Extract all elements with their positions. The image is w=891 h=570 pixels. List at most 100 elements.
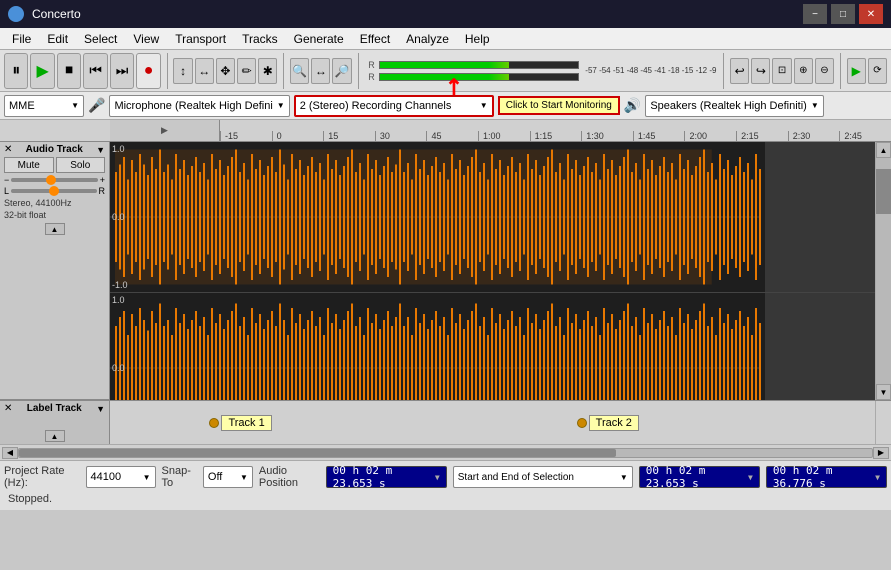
scroll-track[interactable] xyxy=(876,158,891,384)
maximize-button[interactable]: □ xyxy=(831,4,855,24)
menu-select[interactable]: Select xyxy=(76,30,125,48)
sel-start-display[interactable]: 00 h 02 m 23.653 s ▼ xyxy=(639,466,760,488)
app-icon xyxy=(8,6,24,22)
menu-analyze[interactable]: Analyze xyxy=(398,30,457,48)
project-rate-select[interactable]: 44100 ▼ xyxy=(86,466,156,488)
zoom-out-small-button[interactable]: ⊖ xyxy=(815,58,834,84)
menu-edit[interactable]: Edit xyxy=(39,30,76,48)
next-button[interactable]: ⏭ xyxy=(110,53,134,89)
hscroll-left-btn[interactable]: ◀ xyxy=(2,447,18,459)
cursor-tool[interactable]: ↕ xyxy=(173,58,192,84)
hscroll-track[interactable] xyxy=(18,448,873,458)
titlebar: Concerto − □ ✕ xyxy=(0,0,891,28)
label-tag-2[interactable]: Track 2 xyxy=(577,415,639,431)
ruler-marks: -15 0 15 30 45 1:00 1:15 1:30 1:45 2:00 … xyxy=(220,120,891,141)
scroll-down-btn[interactable]: ▼ xyxy=(876,384,891,400)
menu-generate[interactable]: Generate xyxy=(286,30,352,48)
draw-tool[interactable]: ✏ xyxy=(237,58,256,84)
menu-view[interactable]: View xyxy=(125,30,167,48)
label-track-vscroll xyxy=(875,401,891,444)
track-close-btn[interactable]: ✕ xyxy=(4,144,12,155)
separator xyxy=(167,53,168,89)
speaker-select[interactable]: Speakers (Realtek High Definiti) ▼ xyxy=(645,95,823,117)
fit-tool[interactable]: ↔ xyxy=(311,58,330,84)
driver-value: MME xyxy=(9,100,35,112)
label-track-row: ✕ Label Track ▼ ▲ Track 1 Track 2 xyxy=(0,400,891,444)
solo-button[interactable]: Solo xyxy=(56,157,106,173)
status-text: Stopped. xyxy=(4,493,887,505)
zoom-in-tool[interactable]: 🔍 xyxy=(290,58,309,84)
label-track-collapse[interactable]: ▼ xyxy=(96,404,105,414)
label-track-close[interactable]: ✕ xyxy=(4,403,12,414)
play-green-button[interactable]: ▶ xyxy=(847,58,866,84)
track-expand-btn[interactable]: ▲ xyxy=(45,223,65,235)
window-controls: − □ ✕ xyxy=(803,4,883,24)
waveform-svg-top xyxy=(110,142,875,292)
sel-end-arrow: ▼ xyxy=(875,473,880,482)
scroll-thumb[interactable] xyxy=(876,169,891,214)
loop-button[interactable]: ⟳ xyxy=(868,58,887,84)
audio-track-header: ✕ Audio Track ▼ Mute Solo − + L R xyxy=(0,142,109,400)
multi-tool[interactable]: ✱ xyxy=(258,58,277,84)
sel-end-display[interactable]: 00 h 02 m 36.776 s ▼ xyxy=(766,466,887,488)
track-collapse-btn[interactable]: ▼ xyxy=(96,145,105,155)
waveform-channel-top[interactable]: 1.0 0.0 -1.0 xyxy=(110,142,875,293)
speaker-value: Speakers (Realtek High Definiti) xyxy=(650,100,807,112)
timeline-ruler: ▶ -15 0 15 30 45 1:00 1:15 1:30 1:45 2:0… xyxy=(0,120,891,142)
close-button[interactable]: ✕ xyxy=(859,4,883,24)
envelope-tool[interactable]: ✥ xyxy=(216,58,235,84)
mute-button[interactable]: Mute xyxy=(4,157,54,173)
waveform-channel-bottom[interactable]: 1.0 0.0 -1.0 xyxy=(110,293,875,400)
label-tag-1[interactable]: Track 1 xyxy=(209,415,271,431)
play-button[interactable]: ▶ xyxy=(30,53,54,89)
sel-start-arrow: ▼ xyxy=(748,473,753,482)
snap-to-select[interactable]: Off ▼ xyxy=(203,466,253,488)
select-tool[interactable]: ↔ xyxy=(195,58,214,84)
record-button[interactable]: ● xyxy=(136,53,160,89)
prev-button[interactable]: ⏮ xyxy=(83,53,107,89)
stop-button[interactable]: ⏹ xyxy=(57,53,81,89)
label-track-expand-btn[interactable]: ▲ xyxy=(45,430,65,442)
channels-arrow: ▼ xyxy=(480,101,488,110)
pause-button[interactable]: ⏸ xyxy=(4,53,28,89)
sel-end-value: 00 h 02 m 36.776 s xyxy=(773,464,875,490)
menu-help[interactable]: Help xyxy=(457,30,498,48)
monitoring-button[interactable]: Click to Start Monitoring xyxy=(498,96,620,115)
label-marker-1 xyxy=(209,418,219,428)
driver-arrow: ▼ xyxy=(71,101,79,110)
label-track-title-row: ✕ Label Track ▼ xyxy=(4,403,105,414)
gain-minus: − xyxy=(4,175,9,185)
speaker-icon: 🔊 xyxy=(624,97,641,114)
menu-tracks[interactable]: Tracks xyxy=(234,30,286,48)
pan-slider[interactable] xyxy=(11,189,96,193)
minimize-button[interactable]: − xyxy=(803,4,827,24)
menu-transport[interactable]: Transport xyxy=(167,30,234,48)
selection-type-select[interactable]: Start and End of Selection ▼ xyxy=(453,466,633,488)
label-track-content: Track 1 Track 2 xyxy=(110,401,875,444)
redo-button[interactable]: ↪ xyxy=(751,58,770,84)
fit-project-button[interactable]: ⊡ xyxy=(772,58,791,84)
pan-r: R xyxy=(99,186,106,196)
audio-position-display[interactable]: 00 h 02 m 23.653 s ▼ xyxy=(326,466,447,488)
driver-select[interactable]: MME ▼ xyxy=(4,95,84,117)
zoom-out-tool[interactable]: 🔎 xyxy=(332,58,351,84)
gain-plus: + xyxy=(100,175,105,185)
snap-to-arrow: ▼ xyxy=(240,473,248,482)
channels-select[interactable]: 2 (Stereo) Recording Channels ▼ xyxy=(294,95,494,117)
menu-effect[interactable]: Effect xyxy=(352,30,398,48)
scroll-up-btn[interactable]: ▲ xyxy=(876,142,891,158)
snap-to-value: Off xyxy=(208,471,222,483)
menu-file[interactable]: File xyxy=(4,30,39,48)
undo-button[interactable]: ↩ xyxy=(730,58,749,84)
horizontal-scrollbar[interactable]: ◀ ▶ xyxy=(0,444,891,460)
zoom-sel-button[interactable]: ⊕ xyxy=(794,58,813,84)
hscroll-thumb[interactable] xyxy=(19,449,616,457)
label-text-2: Track 2 xyxy=(589,415,639,431)
mic-select[interactable]: Microphone (Realtek High Defini ▼ xyxy=(109,95,289,117)
vertical-scrollbar[interactable]: ▲ ▼ xyxy=(875,142,891,400)
position-arrow: ▼ xyxy=(435,473,440,482)
hscroll-right-btn[interactable]: ▶ xyxy=(873,447,889,459)
gain-slider[interactable] xyxy=(11,178,97,182)
scale-mid-2: 0.0 xyxy=(112,363,125,373)
label-text-1: Track 1 xyxy=(221,415,271,431)
